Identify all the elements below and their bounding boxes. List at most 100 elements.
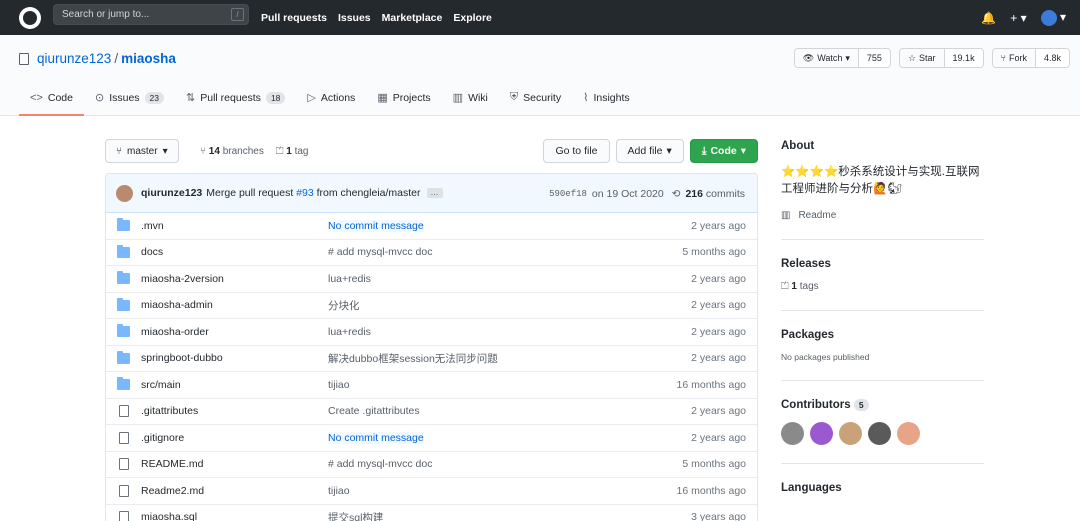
tab-actions[interactable]: ▷ Actions [296, 90, 366, 116]
branch-select-button[interactable]: ⑂ master ▾ [105, 139, 179, 163]
table-row[interactable]: src/main tijiao 16 months ago [106, 372, 757, 399]
commit-author[interactable]: qiurunze123 [141, 187, 202, 199]
table-row[interactable]: README.md # add mysql-mvcc doc 5 months ag… [106, 452, 757, 478]
repo-owner-link[interactable]: qiurunze123 [37, 51, 111, 66]
repo-title-separator: / [114, 51, 119, 66]
branches-link[interactable]: ⑂ 14 branches [200, 146, 264, 157]
file-commit-message[interactable]: lua+redis [328, 273, 371, 285]
file-name[interactable]: Readme2.md [141, 485, 204, 497]
file-commit-message[interactable]: tijiao [328, 379, 350, 391]
tab-insights[interactable]: ⌇ Insights [572, 90, 641, 116]
file-name[interactable]: README.md [141, 458, 203, 470]
nav-marketplace[interactable]: Marketplace [382, 12, 443, 24]
star-button-group: ☆ Star 19.1k [898, 48, 984, 68]
branches-label: branches [222, 145, 264, 157]
tab-label: Projects [392, 91, 431, 104]
file-commit-message[interactable]: 提交sql构建 [328, 510, 383, 521]
issue-icon: ⊙ [94, 92, 105, 104]
tab-projects[interactable]: ▦ Projects [366, 90, 441, 116]
go-to-file-button[interactable]: Go to file [543, 139, 610, 163]
file-commit-message[interactable]: # add mysql-mvcc doc [328, 458, 432, 470]
tab-issues[interactable]: ⊙ Issues 23 [84, 90, 175, 116]
releases-tags-link[interactable]: ⏍ 1 tags [781, 281, 984, 292]
file-commit-message[interactable]: No commit message [328, 219, 424, 232]
nav-pull-requests[interactable]: Pull requests [261, 12, 327, 24]
file-name[interactable]: springboot-dubbo [141, 352, 223, 364]
plus-dropdown-icon[interactable]: + ▾ [1010, 11, 1026, 25]
code-button[interactable]: ⤓ Code ▾ [689, 139, 758, 163]
tab-pull-requests[interactable]: ⇅ Pull requests 18 [175, 90, 296, 116]
file-commit-message[interactable]: No commit message [328, 431, 424, 444]
pull-requests-counter: 18 [265, 91, 286, 104]
releases-title[interactable]: Releases [781, 258, 984, 270]
user-menu[interactable]: ▾ [1040, 9, 1066, 26]
avatar[interactable] [116, 184, 133, 202]
file-name[interactable]: docs [141, 246, 163, 258]
watch-button[interactable]: 👁 Watch ▾ [794, 49, 859, 67]
avatar[interactable] [897, 422, 920, 445]
nav-explore[interactable]: Explore [453, 12, 492, 24]
file-commit-message[interactable]: # add mysql-mvcc doc [328, 246, 432, 258]
packages-empty-text: No packages published [781, 352, 870, 362]
avatar[interactable] [781, 422, 804, 445]
file-name[interactable]: .mvn [141, 220, 164, 232]
table-row[interactable]: .mvn No commit message 2 years ago [106, 213, 757, 240]
table-row[interactable]: miaosha-admin 分块化 2 years ago [106, 293, 757, 319]
table-row[interactable]: .gitattributes Create .gitattributes 2 yea… [106, 399, 757, 425]
repo-name-link[interactable]: miaosha [121, 51, 176, 66]
table-row[interactable]: miaosha.sql 提交sql构建 3 years ago [106, 505, 757, 521]
file-name[interactable]: miaosha-order [141, 326, 209, 338]
table-row[interactable]: miaosha-order lua+redis 2 years ago [106, 319, 757, 346]
tab-code[interactable]: <> Code [19, 90, 84, 116]
file-commit-message[interactable]: lua+redis [328, 326, 371, 338]
tags-link[interactable]: ⏍ 1 tag [276, 146, 309, 157]
header-actions: 🔔 + ▾ ▾ [981, 0, 1066, 35]
bell-icon[interactable]: 🔔 [981, 11, 996, 25]
file-name[interactable]: src/main [141, 379, 181, 391]
avatar[interactable] [839, 422, 862, 445]
file-name[interactable]: miaosha-admin [141, 299, 213, 311]
branch-name: master [127, 145, 158, 157]
search-input[interactable]: Search or jump to... / [53, 4, 249, 25]
commit-pr-link[interactable]: #93 [296, 187, 314, 199]
packages-title[interactable]: Packages [781, 329, 984, 341]
fork-button[interactable]: ⑂ Fork [992, 49, 1036, 67]
table-row[interactable]: docs # add mysql-mvcc doc 5 months ago [106, 240, 757, 266]
file-commit-message[interactable]: 解决dubbo框架session无法同步问题 [328, 351, 498, 366]
table-row[interactable]: Readme2.md tijiao 16 months ago [106, 478, 757, 505]
commits-link[interactable]: 216 commits [685, 188, 745, 200]
branch-icon: ⑂ [116, 145, 122, 157]
table-row[interactable]: miaosha-2version lua+redis 2 years ago [106, 266, 757, 293]
readme-link[interactable]: ▥ Readme [781, 210, 984, 221]
add-file-button[interactable]: Add file ▾ [615, 139, 684, 163]
fork-count[interactable]: 4.8k [1035, 49, 1069, 67]
file-age: 16 months ago [676, 484, 746, 497]
nav-issues[interactable]: Issues [338, 12, 371, 24]
file-commit-message[interactable]: tijiao [328, 485, 350, 497]
folder-icon [117, 297, 130, 311]
file-age: 2 years ago [691, 405, 746, 418]
add-file-label: Add file [627, 145, 663, 157]
commit-meta: 590ef18 on 19 Oct 2020 ⟲ 216 commits [549, 174, 745, 213]
file-commit-message[interactable]: Create .gitattributes [328, 405, 420, 417]
table-row[interactable]: springboot-dubbo 解决dubbo框架session无法同步问题 2 … [106, 346, 757, 372]
contributors-title[interactable]: Contributors 5 [781, 399, 984, 411]
table-row[interactable]: .gitignore No commit message 2 years ago [106, 425, 757, 452]
file-name[interactable]: .gitignore [141, 432, 184, 444]
global-header: Search or jump to... / Pull requests Iss… [0, 0, 1080, 35]
tab-security[interactable]: ⛨ Security [499, 90, 572, 116]
expand-commit-button[interactable]: … [426, 188, 443, 198]
file-name[interactable]: miaosha-2version [141, 273, 224, 285]
contributor-avatars [781, 422, 984, 445]
avatar[interactable] [810, 422, 833, 445]
github-logo-icon[interactable] [19, 6, 41, 29]
avatar[interactable] [868, 422, 891, 445]
star-count[interactable]: 19.1k [944, 49, 983, 67]
file-name[interactable]: .gitattributes [141, 405, 198, 417]
commit-sha[interactable]: 590ef18 [549, 189, 587, 199]
file-name[interactable]: miaosha.sql [141, 511, 197, 521]
star-button[interactable]: ☆ Star [899, 49, 945, 67]
file-commit-message[interactable]: 分块化 [328, 298, 360, 313]
watch-count[interactable]: 755 [858, 49, 890, 67]
tab-wiki[interactable]: ▥ Wiki [442, 90, 499, 116]
